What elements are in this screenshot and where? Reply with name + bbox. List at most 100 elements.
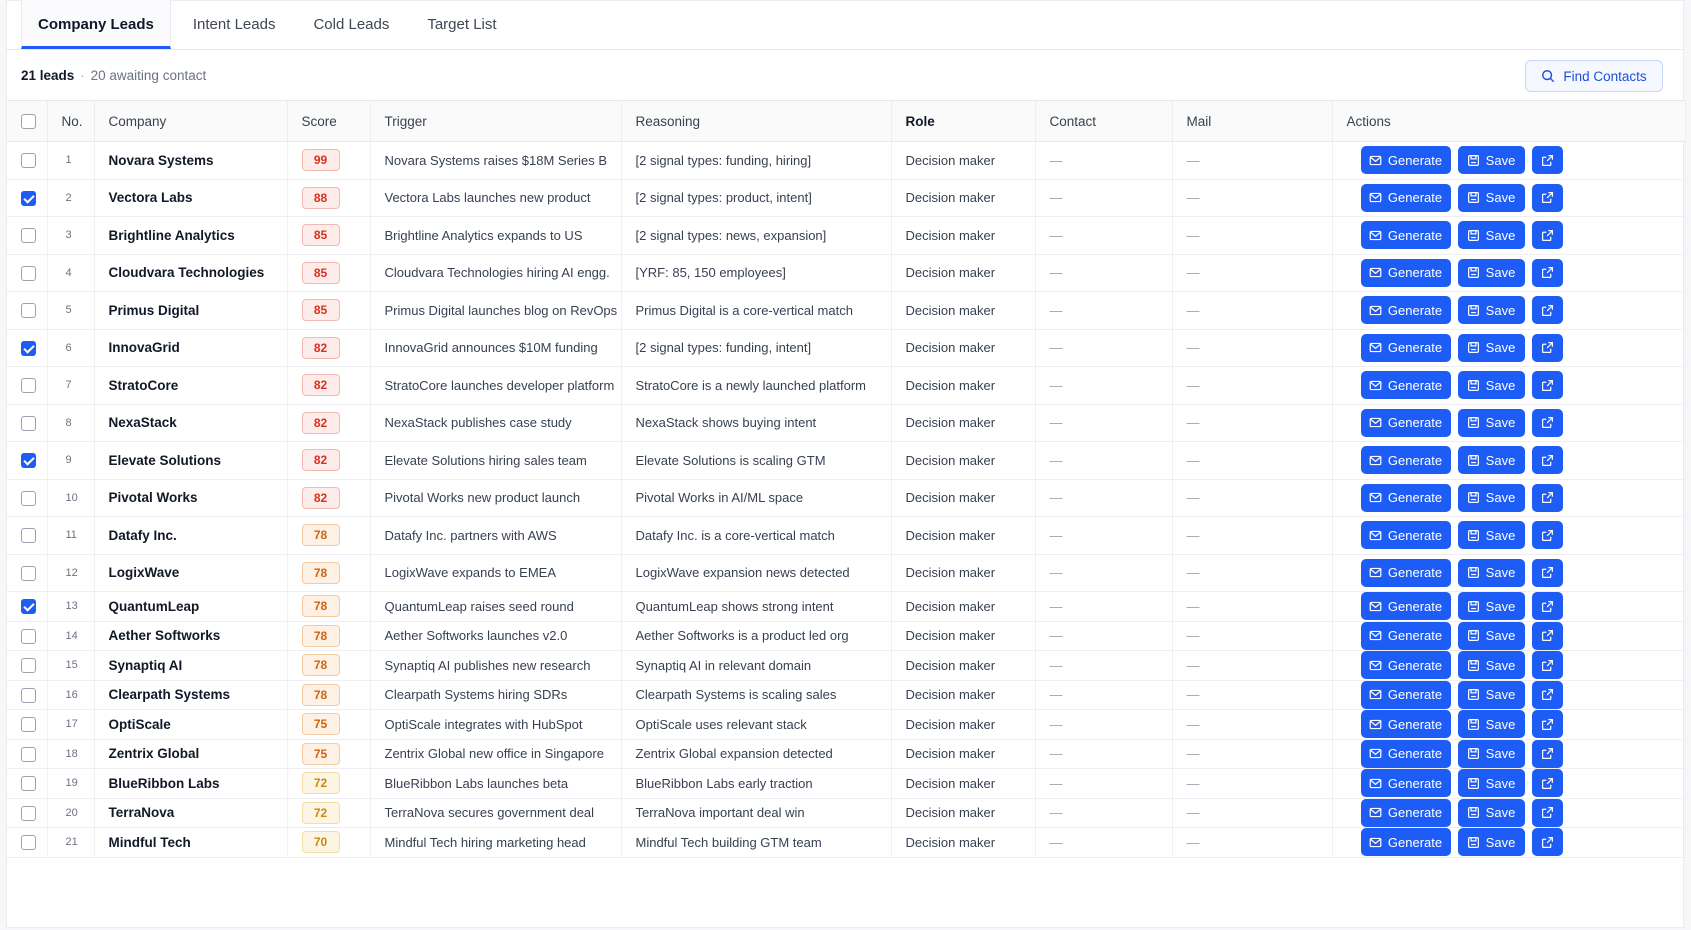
save-button[interactable]: Save [1457, 483, 1525, 512]
save-button[interactable]: Save [1457, 333, 1525, 362]
save-button[interactable]: Save [1457, 446, 1525, 475]
generate-button[interactable]: Generate [1360, 710, 1451, 739]
generate-button[interactable]: Generate [1360, 446, 1451, 475]
open-external-button[interactable] [1531, 828, 1563, 857]
open-external-button[interactable] [1531, 680, 1563, 709]
generate-button[interactable]: Generate [1360, 621, 1451, 650]
row-checkbox[interactable] [21, 415, 36, 431]
save-button[interactable]: Save [1457, 558, 1525, 587]
generate-button[interactable]: Generate [1360, 651, 1451, 680]
table-row: 20 TerraNova 72 TerraNova secures govern… [7, 798, 1686, 828]
open-external-button[interactable] [1531, 333, 1563, 362]
generate-button[interactable]: Generate [1360, 798, 1451, 827]
open-external-button[interactable] [1531, 258, 1563, 287]
save-button[interactable]: Save [1457, 592, 1525, 621]
open-external-button[interactable] [1531, 651, 1563, 680]
column-header-company[interactable]: Company [94, 100, 288, 142]
open-external-button[interactable] [1531, 446, 1563, 475]
open-external-button[interactable] [1531, 221, 1563, 250]
contact-value: — [1035, 768, 1173, 799]
tab-cold-leads[interactable]: Cold Leads [297, 0, 405, 49]
row-checkbox[interactable] [21, 746, 36, 762]
row-checkbox[interactable] [21, 658, 36, 674]
save-button[interactable]: Save [1457, 146, 1525, 175]
open-external-button[interactable] [1531, 408, 1563, 437]
generate-button[interactable]: Generate [1360, 146, 1451, 175]
save-button[interactable]: Save [1457, 828, 1525, 857]
generate-button[interactable]: Generate [1360, 828, 1451, 857]
save-button[interactable]: Save [1457, 769, 1525, 798]
generate-button[interactable]: Generate [1360, 592, 1451, 621]
generate-button[interactable]: Generate [1360, 680, 1451, 709]
generate-button[interactable]: Generate [1360, 769, 1451, 798]
row-checkbox[interactable] [21, 628, 36, 644]
generate-button[interactable]: Generate [1360, 183, 1451, 212]
open-external-button[interactable] [1531, 371, 1563, 400]
save-button[interactable]: Save [1457, 371, 1525, 400]
open-external-button[interactable] [1531, 798, 1563, 827]
row-checkbox[interactable] [21, 687, 36, 703]
open-external-button[interactable] [1531, 592, 1563, 621]
generate-button[interactable]: Generate [1360, 296, 1451, 325]
open-external-button[interactable] [1531, 521, 1563, 550]
generate-button[interactable]: Generate [1360, 521, 1451, 550]
row-checkbox[interactable] [21, 153, 36, 169]
row-checkbox[interactable] [21, 565, 36, 581]
generate-button[interactable]: Generate [1360, 333, 1451, 362]
generate-button[interactable]: Generate [1360, 483, 1451, 512]
row-checkbox[interactable] [21, 303, 36, 319]
row-checkbox[interactable] [21, 265, 36, 281]
open-external-button[interactable] [1531, 483, 1563, 512]
score-badge: 82 [301, 486, 340, 509]
open-external-button[interactable] [1531, 183, 1563, 212]
row-checkbox[interactable] [21, 599, 36, 615]
tab-target-list[interactable]: Target List [411, 0, 512, 49]
save-button[interactable]: Save [1457, 680, 1525, 709]
row-checkbox[interactable] [21, 528, 36, 544]
generate-button[interactable]: Generate [1360, 408, 1451, 437]
column-header-score[interactable]: Score [287, 100, 371, 142]
row-checkbox[interactable] [21, 835, 36, 851]
row-checkbox[interactable] [21, 190, 36, 206]
save-button[interactable]: Save [1457, 521, 1525, 550]
find-contacts-button[interactable]: Find Contacts [1525, 60, 1663, 92]
open-external-button[interactable] [1531, 558, 1563, 587]
row-checkbox[interactable] [21, 717, 36, 733]
trigger-text: Novara Systems raises $18M Series B [370, 141, 622, 180]
tab-intent-leads[interactable]: Intent Leads [177, 0, 292, 49]
save-button[interactable]: Save [1457, 739, 1525, 768]
row-checkbox[interactable] [21, 805, 36, 821]
generate-button[interactable]: Generate [1360, 739, 1451, 768]
generate-button[interactable]: Generate [1360, 558, 1451, 587]
open-external-button[interactable] [1531, 296, 1563, 325]
save-button[interactable]: Save [1457, 651, 1525, 680]
select-all-checkbox[interactable] [21, 113, 36, 129]
row-checkbox[interactable] [21, 340, 36, 356]
row-checkbox[interactable] [21, 490, 36, 506]
generate-button[interactable]: Generate [1360, 371, 1451, 400]
save-button[interactable]: Save [1457, 621, 1525, 650]
row-checkbox[interactable] [21, 378, 36, 394]
open-external-button[interactable] [1531, 146, 1563, 175]
save-button[interactable]: Save [1457, 258, 1525, 287]
row-checkbox[interactable] [21, 776, 36, 792]
save-button[interactable]: Save [1457, 221, 1525, 250]
score-cell: 78 [287, 516, 371, 555]
column-header-role[interactable]: Role [891, 100, 1036, 142]
open-external-button[interactable] [1531, 739, 1563, 768]
row-checkbox[interactable] [21, 228, 36, 244]
save-button[interactable]: Save [1457, 798, 1525, 827]
open-external-button[interactable] [1531, 621, 1563, 650]
tab-company-leads[interactable]: Company Leads [21, 0, 171, 49]
save-button[interactable]: Save [1457, 183, 1525, 212]
external-link-icon [1541, 266, 1554, 279]
row-checkbox[interactable] [21, 453, 36, 469]
open-external-button[interactable] [1531, 769, 1563, 798]
open-external-button[interactable] [1531, 710, 1563, 739]
generate-button[interactable]: Generate [1360, 258, 1451, 287]
reasoning-text: [2 signal types: news, expansion] [621, 216, 892, 255]
generate-button[interactable]: Generate [1360, 221, 1451, 250]
save-button[interactable]: Save [1457, 408, 1525, 437]
save-button[interactable]: Save [1457, 710, 1525, 739]
save-button[interactable]: Save [1457, 296, 1525, 325]
